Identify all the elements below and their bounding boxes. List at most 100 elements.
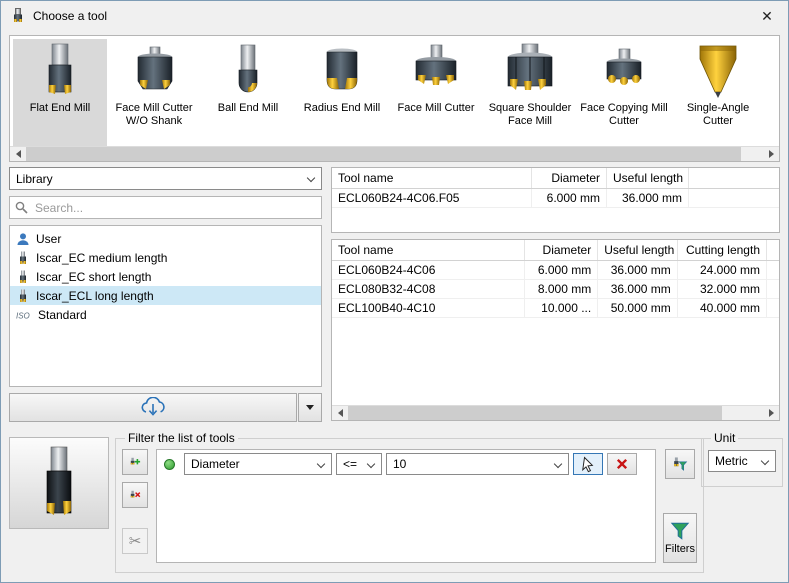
scrollbar-track[interactable]	[348, 406, 763, 420]
filter-operator-value: <=	[343, 457, 357, 471]
table-row[interactable]: ECL060B24-4C06.F05 6.000 mm 36.000 mm	[332, 189, 779, 208]
funnel-icon	[670, 521, 690, 541]
tree-item-iscar-ec-medium[interactable]: Iscar_EC medium length	[10, 248, 321, 267]
download-dropdown-button[interactable]	[298, 393, 322, 422]
caret-down-icon	[306, 405, 314, 410]
library-tools-table: Tool name Diameter Useful length Cutting…	[331, 239, 780, 421]
cell-tool-name: ECL060B24-4C06	[332, 261, 525, 279]
table-header: Tool name Diameter Useful length Cutting…	[332, 240, 779, 261]
tool-filter-icon	[672, 453, 688, 475]
selected-tool-preview-icon	[36, 445, 82, 521]
face-mill-wo-shank-icon	[109, 42, 199, 99]
tool-type-face-copying-mill-cutter[interactable]: Face Copying Mill Cutter	[577, 39, 671, 146]
radius-end-mill-icon	[297, 42, 387, 99]
tool-icon	[16, 270, 30, 284]
unit-group: Unit Metric	[701, 431, 783, 487]
filter-field-select[interactable]: Diameter	[184, 453, 332, 475]
tree-item-label: User	[36, 232, 61, 246]
column-header-filler	[689, 168, 779, 188]
pick-value-button[interactable]	[573, 453, 603, 475]
cell-diameter: 6.000 mm	[525, 261, 598, 279]
chevron-down-icon	[317, 460, 325, 468]
library-select-value: Library	[16, 172, 53, 186]
column-header-filler	[767, 240, 779, 260]
tree-item-user[interactable]: User	[10, 229, 321, 248]
tool-strip-scrollbar[interactable]	[10, 146, 779, 161]
filter-row: Diameter <=	[159, 452, 653, 476]
selected-tools-table: Tool name Diameter Useful length ECL060B…	[331, 167, 780, 233]
table-empty-area	[332, 208, 779, 232]
user-icon	[16, 232, 30, 246]
search-icon	[15, 201, 28, 214]
tool-type-label: Flat End Mill	[28, 102, 93, 115]
tool-type-list: Flat End Mill Face Mill Cutter W/O Shank…	[10, 36, 779, 146]
scrollbar-thumb[interactable]	[26, 147, 741, 161]
cell-diameter: 8.000 mm	[525, 280, 598, 298]
filter-value-input[interactable]	[387, 457, 568, 471]
add-filter-button[interactable]	[122, 449, 148, 475]
tool-type-flat-end-mill[interactable]: Flat End Mill	[13, 39, 107, 146]
column-header-tool-name[interactable]: Tool name	[332, 240, 525, 260]
download-library-button[interactable]	[9, 393, 297, 422]
scroll-right-icon[interactable]	[763, 406, 779, 420]
filters-button-label: Filters	[665, 543, 695, 555]
tree-item-standard[interactable]: ISO Standard	[10, 305, 321, 324]
delete-filter-button[interactable]	[607, 453, 637, 475]
chevron-down-icon	[367, 460, 375, 468]
tool-type-face-mill-cutter[interactable]: Face Mill Cutter	[389, 39, 483, 146]
cell-diameter: 10.000 ...	[525, 299, 598, 317]
tool-type-label: Ball End Mill	[216, 102, 281, 115]
apply-tool-filter-button[interactable]	[665, 449, 695, 479]
tool-type-radius-end-mill[interactable]: Radius End Mill	[295, 39, 389, 146]
cell-useful-length: 36.000 mm	[598, 261, 678, 279]
tool-type-square-shoulder-face-mill[interactable]: Square Shoulder Face Mill	[483, 39, 577, 146]
table-row[interactable]: ECL100B40-4C10 10.000 ... 50.000 mm 40.0…	[332, 299, 779, 318]
cell-diameter: 6.000 mm	[532, 189, 607, 207]
tool-type-label: Face Mill Cutter W/O Shank	[107, 102, 201, 128]
chevron-down-icon	[761, 457, 769, 465]
tree-item-label: Standard	[38, 308, 87, 322]
square-shoulder-face-mill-icon	[485, 42, 575, 99]
scrollbar-track[interactable]	[26, 147, 763, 161]
tree-item-label: Iscar_EC short length	[36, 270, 151, 284]
cell-tool-name: ECL060B24-4C06.F05	[332, 189, 532, 207]
filter-operator-select[interactable]: <=	[336, 453, 382, 475]
library-tree: User Iscar_EC medium length Iscar_EC sho…	[9, 225, 322, 387]
tree-item-iscar-ecl-long[interactable]: Iscar_ECL long length	[10, 286, 321, 305]
column-header-diameter[interactable]: Diameter	[525, 240, 598, 260]
tree-item-label: Iscar_EC medium length	[36, 251, 167, 265]
cell-tool-name: ECL080B32-4C08	[332, 280, 525, 298]
cell-useful-length: 36.000 mm	[607, 189, 689, 207]
tool-type-ball-end-mill[interactable]: Ball End Mill	[201, 39, 295, 146]
scrollbar-thumb[interactable]	[348, 406, 722, 420]
tool-type-face-mill-wo-shank[interactable]: Face Mill Cutter W/O Shank	[107, 39, 201, 146]
column-header-diameter[interactable]: Diameter	[532, 168, 607, 188]
unit-select-value: Metric	[715, 454, 748, 468]
scroll-left-icon[interactable]	[332, 406, 348, 420]
filter-active-led-icon	[164, 459, 175, 470]
filters-button[interactable]: Filters	[663, 513, 697, 563]
scroll-right-icon[interactable]	[763, 147, 779, 161]
column-header-useful-length[interactable]: Useful length	[607, 168, 689, 188]
table-scrollbar[interactable]	[332, 405, 779, 420]
window-title: Choose a tool	[33, 9, 107, 23]
cell-cutting-length: 40.000 mm	[678, 299, 767, 317]
column-header-cutting-length[interactable]: Cutting length	[678, 240, 767, 260]
search-input[interactable]	[33, 200, 316, 216]
library-select[interactable]: Library	[9, 167, 322, 190]
svg-text:ISO: ISO	[16, 311, 30, 320]
unit-select[interactable]: Metric	[708, 450, 776, 472]
column-header-useful-length[interactable]: Useful length	[598, 240, 678, 260]
tool-type-single-angle-cutter[interactable]: Single-Angle Cutter	[671, 39, 765, 146]
table-row[interactable]: ECL080B32-4C08 8.000 mm 36.000 mm 32.000…	[332, 280, 779, 299]
table-row[interactable]: ECL060B24-4C06 6.000 mm 36.000 mm 24.000…	[332, 261, 779, 280]
chevron-down-icon	[307, 174, 315, 182]
remove-filter-button[interactable]	[122, 482, 148, 508]
ball-end-mill-icon	[203, 42, 293, 99]
column-header-tool-name[interactable]: Tool name	[332, 168, 532, 188]
red-x-icon	[615, 457, 629, 471]
close-icon[interactable]: ✕	[756, 5, 778, 27]
scroll-left-icon[interactable]	[10, 147, 26, 161]
tree-item-iscar-ec-short[interactable]: Iscar_EC short length	[10, 267, 321, 286]
scissors-button: ✂	[122, 528, 148, 554]
